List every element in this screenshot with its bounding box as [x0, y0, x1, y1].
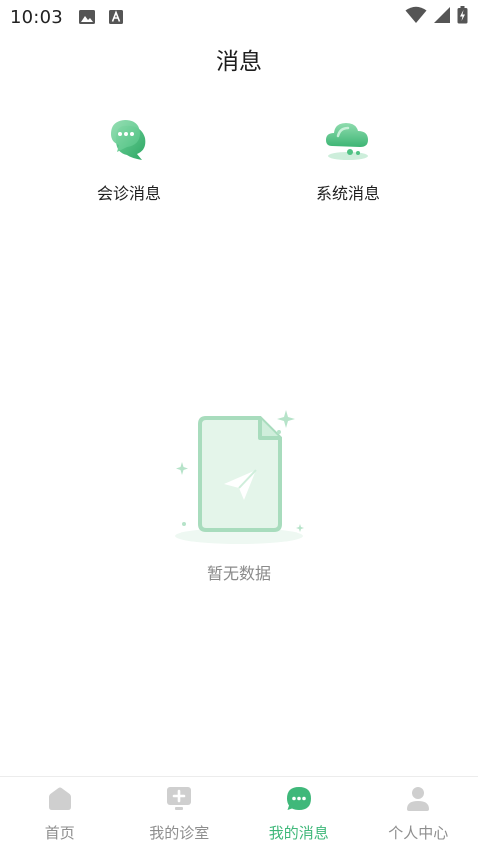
status-system-icons	[405, 6, 468, 24]
image-notification-icon	[78, 10, 95, 24]
wifi-icon	[405, 6, 427, 23]
user-icon	[407, 787, 430, 811]
signal-icon	[434, 7, 450, 23]
font-notification-icon	[108, 10, 123, 24]
tab-my-clinic[interactable]: 我的诊室	[120, 777, 240, 850]
battery-icon	[457, 6, 468, 24]
tab-profile[interactable]: 个人中心	[359, 777, 478, 850]
empty-document-icon	[175, 410, 304, 544]
tab-home[interactable]: 首页	[0, 777, 120, 850]
status-notification-icons	[78, 10, 123, 24]
status-bar: 10:03	[0, 0, 478, 34]
tab-my-messages-label: 我的消息	[268, 824, 329, 842]
empty-state-text: 暂无数据	[206, 564, 271, 583]
page-title: 消息	[216, 49, 262, 75]
tab-home-label: 首页	[44, 824, 75, 842]
bottom-tab-bar: 首页 我的诊室 我的消息 个人中心	[0, 776, 478, 850]
messages-screen: 10:03 消息 会诊消息 系统消息 暂无数据 首页 我的诊室 我的消息 个人中…	[0, 0, 478, 850]
tab-my-messages[interactable]: 我的消息	[239, 777, 359, 850]
home-icon	[48, 787, 71, 810]
consultation-messages-label: 会诊消息	[96, 184, 161, 203]
chat-bubbles-icon	[111, 120, 146, 160]
cloud-icon	[326, 123, 368, 160]
system-messages-label: 系统消息	[315, 184, 380, 203]
message-icon	[286, 787, 311, 810]
status-time: 10:03	[10, 6, 63, 28]
consultation-messages-entry[interactable]: 会诊消息	[59, 112, 199, 204]
clinic-icon	[167, 787, 192, 810]
system-messages-entry[interactable]: 系统消息	[278, 112, 418, 204]
tab-my-clinic-label: 我的诊室	[149, 824, 210, 842]
tab-profile-label: 个人中心	[388, 824, 449, 842]
